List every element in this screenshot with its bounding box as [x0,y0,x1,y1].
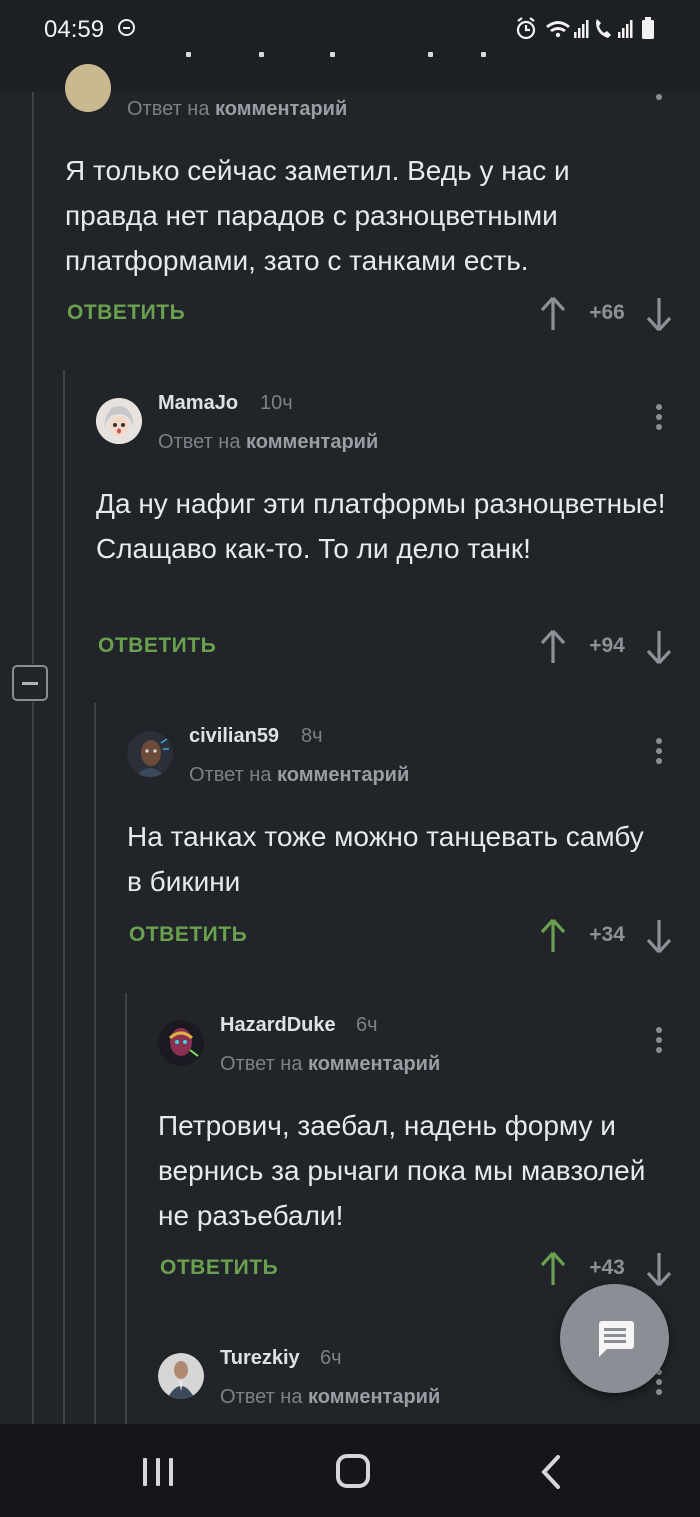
comment-text: Петрович, заебал, надень форму и вернись… [158,1110,646,1231]
reply-button[interactable]: ОТВЕТИТЬ [160,1256,278,1280]
back-icon[interactable] [536,1454,566,1490]
reply-to: Ответ на комментарий [220,1386,440,1409]
reply-prefix: Ответ на [220,1053,303,1075]
reply-button[interactable]: ОТВЕТИТЬ [67,301,185,325]
add-comment-button[interactable] [560,1284,669,1393]
thread-line[interactable] [94,703,96,1424]
avatar[interactable] [96,398,142,444]
reply-to: Ответ на комментарий [189,764,409,787]
vote-score: +34 [589,923,625,946]
downvote-icon[interactable] [644,1249,674,1289]
reply-link[interactable]: комментарий [215,98,347,120]
vote-controls: +43 [538,1249,678,1289]
vote-controls: +94 [538,627,678,667]
username[interactable]: civilian59 [189,725,279,748]
recents-icon[interactable] [143,1456,175,1488]
reply-button[interactable]: ОТВЕТИТЬ [98,634,216,658]
reply-button[interactable]: ОТВЕТИТЬ [129,923,247,947]
status-icons [514,16,664,48]
reply-to: Ответ на комментарий [158,431,378,454]
comment-text: На танках тоже можно танцевать самбу в б… [127,821,644,897]
username[interactable]: MamaJo [158,392,238,415]
thread-line[interactable] [63,370,65,1424]
comment-time: 8ч [301,725,323,747]
avatar[interactable] [158,1353,204,1399]
more-menu-icon[interactable] [654,1027,664,1057]
dnd-icon [118,19,135,36]
system-tray-icons [516,17,654,40]
truncated-header [0,52,700,60]
avatar[interactable] [158,1020,204,1066]
username[interactable]: Turezkiy [220,1347,300,1370]
downvote-icon[interactable] [644,916,674,956]
reply-link[interactable]: комментарий [246,431,378,453]
downvote-icon[interactable] [644,294,674,334]
thread-line[interactable] [32,702,34,1424]
vote-score: +66 [589,301,625,324]
collapse-thread-button[interactable] [12,665,48,701]
reply-prefix: Ответ на [220,1386,303,1408]
comment-time: 6ч [356,1014,378,1036]
upvote-icon[interactable] [538,294,568,334]
avatar[interactable] [65,64,111,112]
vote-score: +43 [589,1256,625,1279]
thread-line[interactable] [32,92,34,664]
vote-controls: +34 [538,916,678,956]
more-menu-icon[interactable] [654,738,664,768]
more-menu-icon[interactable] [654,404,664,434]
reply-link[interactable]: комментарий [308,1053,440,1075]
upvote-icon[interactable] [538,1249,568,1289]
upvote-icon[interactable] [538,627,568,667]
status-time: 04:59 [44,16,105,43]
comment-time: 10ч [260,392,293,414]
vote-controls: +66 [538,294,678,334]
more-menu-icon[interactable] [654,86,664,102]
comment-time: 6ч [320,1347,342,1369]
username[interactable]: HazardDuke [220,1014,336,1037]
comment-text: Да ну нафиг эти платформы разноцветные! … [96,488,666,564]
reply-to: Ответ на комментарий [220,1053,440,1076]
reply-prefix: Ответ на [127,98,210,120]
comment-icon [599,1321,634,1357]
home-icon[interactable] [336,1454,370,1488]
thread-line[interactable] [125,993,127,1424]
vote-score: +94 [589,634,625,657]
reply-link[interactable]: комментарий [308,1386,440,1408]
comment-text: Я только сейчас заметил. Ведь у нас и пр… [65,155,570,276]
downvote-icon[interactable] [644,627,674,667]
reply-prefix: Ответ на [189,764,272,786]
upvote-icon[interactable] [538,916,568,956]
reply-to: Ответ на комментарий [127,98,347,121]
avatar[interactable] [127,731,173,777]
reply-prefix: Ответ на [158,431,241,453]
reply-link[interactable]: комментарий [277,764,409,786]
